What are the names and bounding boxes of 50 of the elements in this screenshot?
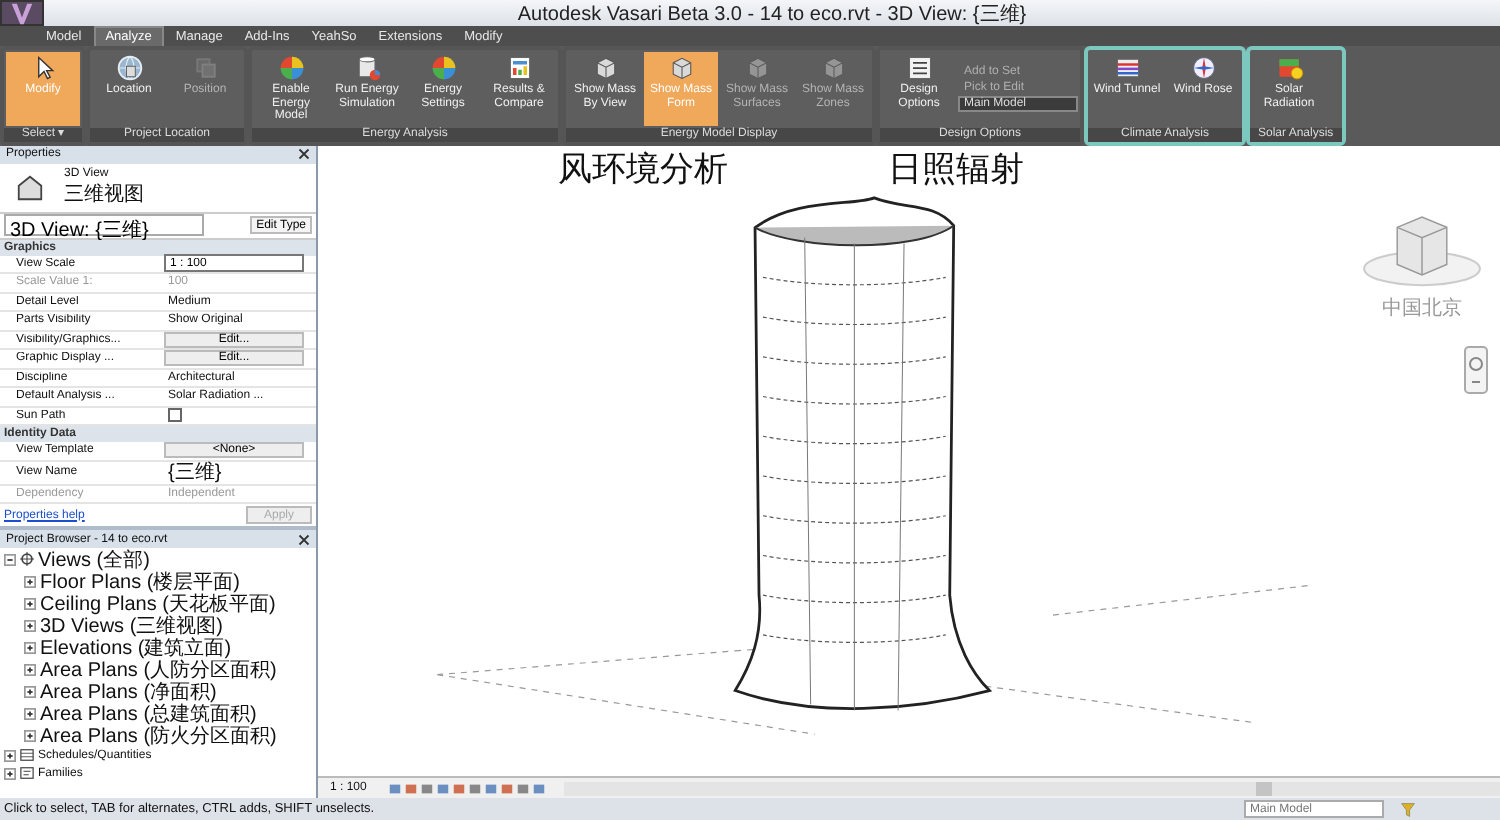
type-subname: 三维视图 <box>64 181 144 207</box>
mass-box-icon <box>667 54 695 82</box>
browser-item[interactable]: Area Plans (人防分区面积) <box>40 655 277 683</box>
expand-icon[interactable] <box>24 597 36 609</box>
property-checkbox[interactable] <box>168 408 182 423</box>
instance-dropdown[interactable]: 3D View: {三维} <box>4 214 204 236</box>
expand-icon[interactable] <box>24 575 36 587</box>
expand-icon[interactable] <box>24 685 36 697</box>
expand-icon[interactable] <box>4 749 16 761</box>
expand-icon[interactable] <box>24 663 36 675</box>
scrollbar-thumb[interactable] <box>1256 781 1273 795</box>
annotation-label: 日照辐射 <box>888 147 1024 191</box>
application-menu-button[interactable] <box>0 0 44 26</box>
expand-icon[interactable] <box>24 619 36 631</box>
schedule-icon <box>20 748 34 762</box>
mass-box-icon <box>591 54 619 82</box>
expand-icon[interactable] <box>24 729 36 741</box>
report-chart-icon <box>505 54 533 82</box>
application-logo-icon <box>8 1 36 25</box>
browser-item[interactable]: Elevations (建筑立面) <box>40 633 232 661</box>
browser-item[interactable]: Ceiling Plans (天花板平面) <box>40 589 276 617</box>
model-viewport[interactable]: 风环境分析 日照辐射 中国北京 <box>318 145 1500 776</box>
color-sphere-icon <box>277 54 305 82</box>
annotation-label: 风环境分析 <box>558 147 728 191</box>
browser-item[interactable]: Area Plans (防火分区面积) <box>40 721 277 749</box>
cylinder-icon <box>353 54 381 82</box>
solar-radiation-icon <box>1275 54 1303 82</box>
browser-item[interactable]: Area Plans (总建筑面积) <box>40 699 257 727</box>
browser-item[interactable]: Floor Plans (楼层平面) <box>40 567 241 595</box>
color-sphere-icon <box>429 54 457 82</box>
navigation-bar-icon[interactable] <box>1464 345 1488 393</box>
property-value: {三维} <box>166 459 224 486</box>
wind-rose-icon <box>1189 54 1217 82</box>
expand-icon[interactable] <box>4 767 16 779</box>
close-icon[interactable] <box>298 148 310 160</box>
expand-icon[interactable] <box>24 641 36 653</box>
mass-box-icon <box>819 54 847 82</box>
views-icon <box>20 552 34 566</box>
stacked-boxes-icon <box>191 54 219 82</box>
options-list-icon <box>905 54 933 82</box>
globe-icon <box>115 54 143 82</box>
families-icon <box>20 766 34 780</box>
browser-item[interactable]: Views (全部) <box>38 545 150 573</box>
expand-icon[interactable] <box>24 707 36 719</box>
collapse-icon[interactable] <box>4 553 16 565</box>
mass-box-icon <box>743 54 771 82</box>
window-title: Autodesk Vasari Beta 3.0 - 14 to eco.rvt - 3D View: {三维} <box>515 1 1029 27</box>
close-icon[interactable] <box>298 533 310 545</box>
wind-tunnel-icon <box>1113 54 1141 82</box>
horizontal-scrollbar[interactable] <box>564 781 1500 795</box>
